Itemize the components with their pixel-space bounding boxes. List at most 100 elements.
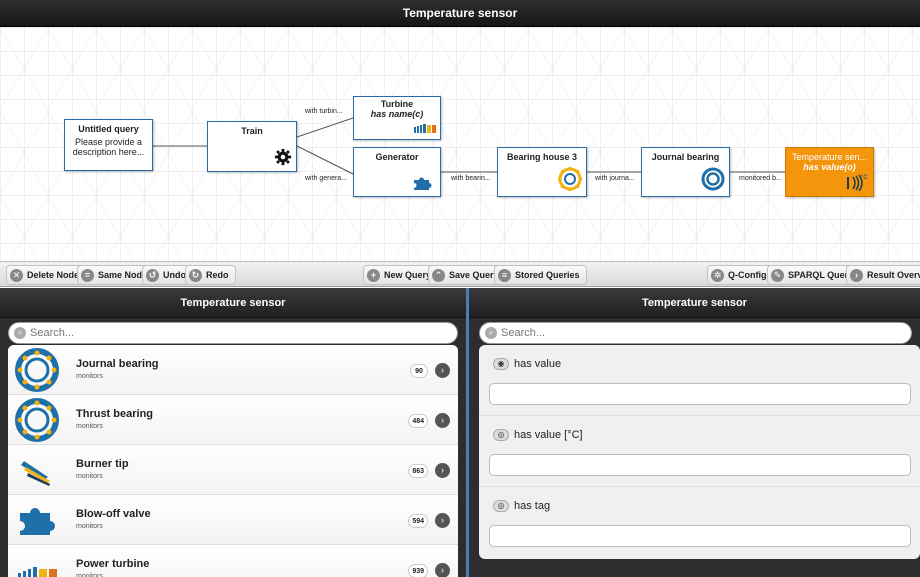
- concept-list-panel: Temperature sensor ⌕ Journal bearing mon…: [0, 288, 466, 577]
- undo-icon: ↺: [146, 268, 159, 282]
- turbine-icon: [14, 547, 60, 577]
- search-box[interactable]: ⌕: [479, 322, 912, 344]
- node-title: Untitled query: [78, 124, 139, 134]
- property-value-input[interactable]: [489, 454, 911, 476]
- eye-icon[interactable]: ◉: [493, 358, 509, 370]
- puzzle-icon: [14, 497, 60, 543]
- panel-title: Temperature sensor: [0, 288, 466, 318]
- equals-icon: =: [81, 268, 94, 282]
- bearing-icon: [701, 167, 725, 193]
- eye-hidden-icon[interactable]: ◎: [493, 500, 509, 512]
- eye-hidden-icon[interactable]: ◎: [493, 429, 509, 441]
- property-label: has tag: [514, 500, 551, 512]
- node-journal-bearing[interactable]: Journal bearing: [641, 147, 730, 197]
- list-item-relation: monitors: [76, 473, 103, 480]
- edge-label: with journa...: [594, 175, 636, 182]
- property-value-input[interactable]: [489, 383, 911, 405]
- chevron-right-icon: ›: [850, 268, 863, 282]
- search-icon: ⌕: [485, 327, 497, 339]
- list-item[interactable]: Blow-off valve monitors 594 ›: [8, 495, 458, 545]
- chevron-right-icon[interactable]: ›: [435, 463, 450, 478]
- search-icon: ⌕: [14, 327, 26, 339]
- pencil-icon: ✎: [771, 268, 784, 282]
- node-train[interactable]: Train: [207, 121, 297, 172]
- gear-icon: ✲: [711, 268, 724, 282]
- panel-title: Temperature sensor: [469, 288, 920, 318]
- stored-queries-button[interactable]: ≡ Stored Queries: [494, 265, 587, 285]
- node-temperature-sensor[interactable]: Temperature sen... has value(o) °C: [785, 147, 874, 197]
- list-item[interactable]: Burner tip monitors 863 ›: [8, 445, 458, 495]
- list-item-relation: monitors: [76, 523, 103, 530]
- node-turbine[interactable]: Turbine has name(c): [353, 96, 441, 140]
- chevron-right-icon[interactable]: ›: [435, 413, 450, 428]
- edge-label: with turbin...: [304, 108, 344, 115]
- property-row: ◎ has value [°C]: [479, 416, 920, 487]
- list-icon: ≡: [498, 268, 511, 282]
- search-box[interactable]: ⌕: [8, 322, 458, 344]
- plus-icon: +: [367, 268, 380, 282]
- edge-label: with bearin...: [450, 175, 492, 182]
- list-item[interactable]: Thrust bearing monitors 484 ›: [8, 395, 458, 445]
- list-item-relation: monitors: [76, 573, 103, 577]
- node-title: Train: [241, 126, 263, 136]
- bearing-icon: [14, 347, 60, 393]
- property-row: ◎ has tag: [479, 487, 920, 558]
- chevron-right-icon[interactable]: ›: [435, 363, 450, 378]
- node-title: Temperature sen...: [791, 152, 868, 162]
- close-icon: ✕: [10, 268, 23, 282]
- chevron-up-icon: ⌃: [432, 268, 445, 282]
- list-item-relation: monitors: [76, 423, 103, 430]
- node-generator[interactable]: Generator: [353, 147, 441, 197]
- edge-label: monitored b...: [738, 175, 783, 182]
- turbine-icon: [414, 124, 436, 136]
- redo-button[interactable]: ↻ Redo: [185, 265, 236, 285]
- node-untitled-query[interactable]: Untitled query Please provide a descript…: [64, 119, 153, 171]
- count-badge: 939: [408, 564, 428, 577]
- search-input[interactable]: [501, 327, 864, 339]
- gear-icon: [274, 148, 292, 168]
- chevron-right-icon[interactable]: ›: [435, 563, 450, 577]
- list-item-name: Burner tip: [76, 458, 129, 470]
- edge-label: with genera...: [304, 175, 349, 182]
- node-description: Please provide a description here...: [72, 137, 145, 157]
- node-title: Bearing house 3: [506, 152, 578, 162]
- node-title: Turbine: [380, 99, 414, 109]
- concept-list: Journal bearing monitors 90 › Thrust bea…: [8, 345, 458, 577]
- node-subtitle: has name(c): [370, 109, 424, 119]
- bearing-icon: [14, 397, 60, 443]
- property-panel: Temperature sensor ⌕ ◉ has value ◎ has v…: [469, 288, 920, 577]
- list-item[interactable]: Journal bearing monitors 90 ›: [8, 345, 458, 395]
- redo-icon: ↻: [189, 268, 202, 282]
- list-item[interactable]: Power turbine monitors 939 ›: [8, 545, 458, 577]
- list-item-name: Blow-off valve: [76, 508, 151, 520]
- result-overview-button[interactable]: ›Result Overview: [846, 265, 920, 285]
- search-input[interactable]: [30, 327, 407, 339]
- bearing-house-icon: [557, 166, 583, 193]
- window-title: Temperature sensor: [0, 0, 920, 27]
- new-query-button[interactable]: + New Query: [363, 265, 439, 285]
- property-value-input[interactable]: [489, 525, 911, 547]
- graph-toolbar: ✕ Delete Node = Same Node ↺ Undo ↻ Redo + New…: [0, 261, 920, 287]
- property-label: has value [°C]: [514, 429, 583, 441]
- svg-text:°C: °C: [861, 175, 868, 181]
- count-badge: 863: [408, 464, 428, 478]
- property-list: ◉ has value ◎ has value [°C] ◎ has tag: [479, 345, 920, 559]
- list-item-relation: monitors: [76, 373, 103, 380]
- node-title: Journal bearing: [651, 152, 720, 162]
- chevron-right-icon[interactable]: ›: [435, 513, 450, 528]
- count-badge: 90: [410, 364, 428, 378]
- property-row: ◉ has value: [479, 345, 920, 416]
- puzzle-icon: [412, 175, 436, 193]
- list-item-name: Power turbine: [76, 558, 150, 570]
- sensor-icon: °C: [845, 171, 869, 193]
- query-graph-canvas[interactable]: Untitled query Please provide a descript…: [0, 27, 920, 261]
- qconfig-button[interactable]: ✲ Q-Config: [707, 265, 774, 285]
- count-badge: 594: [408, 514, 428, 528]
- burner-tip-icon: [14, 447, 60, 493]
- property-label: has value: [514, 358, 562, 370]
- delete-node-button[interactable]: ✕ Delete Node: [6, 265, 87, 285]
- node-bearing-house-3[interactable]: Bearing house 3: [497, 147, 587, 197]
- count-badge: 484: [408, 414, 428, 428]
- list-item-name: Journal bearing: [76, 358, 159, 370]
- list-item-name: Thrust bearing: [76, 408, 154, 420]
